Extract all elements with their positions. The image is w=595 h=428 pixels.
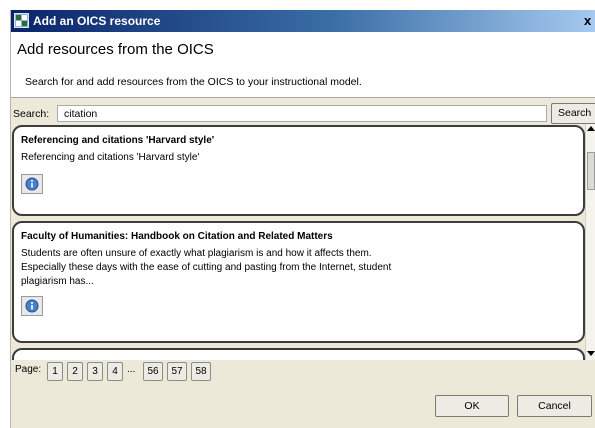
- add-oics-resource-dialog: Add an OICS resource x Add resources fro…: [10, 10, 595, 428]
- result-description: Students are often unsure of exactly wha…: [21, 248, 392, 287]
- dialog-header: Add resources from the OICS Search for a…: [11, 32, 595, 98]
- result-card[interactable]: Faculty of Humanities: Handbook on Citat…: [12, 221, 585, 343]
- app-icon: [14, 13, 29, 28]
- page-button[interactable]: 57: [167, 362, 187, 381]
- ok-button[interactable]: OK: [435, 395, 509, 417]
- page-ellipsis: ...: [127, 364, 136, 375]
- page-button[interactable]: 3: [87, 362, 103, 381]
- results-scrollbar[interactable]: [585, 124, 595, 360]
- info-icon[interactable]: [21, 296, 43, 316]
- info-icon[interactable]: [21, 174, 43, 194]
- result-title: Faculty of Humanities: Handbook on Citat…: [21, 231, 333, 242]
- search-button[interactable]: Search: [551, 103, 595, 124]
- page-button[interactable]: 1: [47, 362, 63, 381]
- title-bar[interactable]: Add an OICS resource x: [11, 10, 595, 32]
- results-list: Referencing and citations 'Harvard style…: [11, 124, 595, 360]
- search-input[interactable]: [57, 105, 547, 122]
- scroll-down-icon[interactable]: [587, 351, 595, 356]
- cancel-button[interactable]: Cancel: [517, 395, 592, 417]
- result-card-partial[interactable]: [12, 348, 585, 360]
- page-label: Page:: [15, 364, 42, 375]
- page-button[interactable]: 4: [107, 362, 123, 381]
- page-button[interactable]: 2: [67, 362, 83, 381]
- result-title: Referencing and citations 'Harvard style…: [21, 135, 215, 146]
- result-description: Referencing and citations 'Harvard style…: [21, 152, 200, 163]
- search-label: Search:: [13, 108, 50, 120]
- dialog-description: Search for and add resources from the OI…: [25, 76, 362, 88]
- scroll-up-icon[interactable]: [587, 126, 595, 131]
- page-button[interactable]: 58: [191, 362, 211, 381]
- dialog-heading: Add resources from the OICS: [17, 41, 214, 58]
- scroll-thumb[interactable]: [587, 152, 595, 190]
- result-card[interactable]: Referencing and citations 'Harvard style…: [12, 125, 585, 216]
- page-button[interactable]: 56: [143, 362, 163, 381]
- close-icon[interactable]: x: [584, 13, 595, 29]
- window-title: Add an OICS resource: [33, 14, 161, 28]
